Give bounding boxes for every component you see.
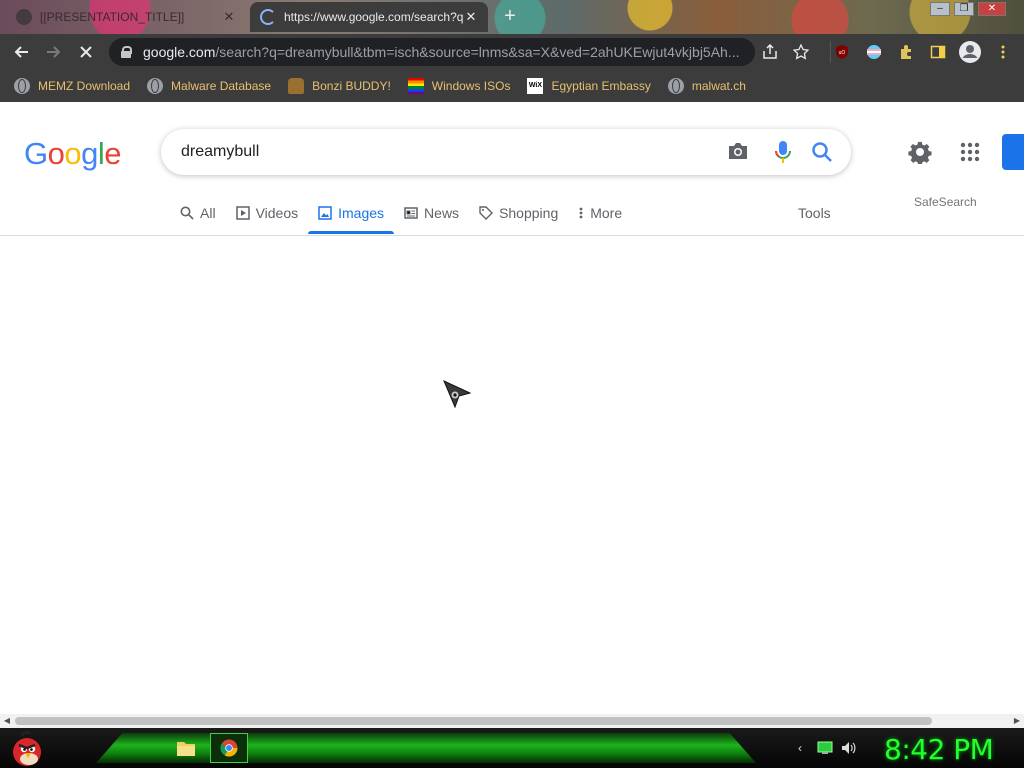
side-panel-icon[interactable] <box>930 44 946 60</box>
bookmark-label: malwat.ch <box>691 79 746 93</box>
svg-text:uO: uO <box>839 50 846 56</box>
tab-title: https://www.google.com/search?q=dreamybu… <box>284 10 464 24</box>
search-input[interactable]: dreamybull <box>181 143 259 161</box>
tab-label: Shopping <box>499 205 559 221</box>
extensions-puzzle-icon[interactable] <box>898 44 914 60</box>
bookmarks-bar: MEMZ Download Malware Database Bonzi BUD… <box>0 70 1024 102</box>
logo-letter: e <box>104 136 122 171</box>
gear-icon[interactable] <box>908 140 932 164</box>
search-type-tabs: All Videos Images News Shopping More <box>170 196 632 236</box>
menu-kebab-icon[interactable] <box>995 44 1011 60</box>
logo-letter: g <box>81 136 98 171</box>
mouse-cursor-icon <box>443 380 472 409</box>
forward-arrow-icon[interactable] <box>42 40 66 64</box>
close-tab-icon[interactable]: ✕ <box>464 9 478 25</box>
horizontal-scrollbar[interactable]: ◀ ▶ <box>0 714 1024 728</box>
bookmark-label: Bonzi BUDDY! <box>312 79 391 93</box>
maximize-icon[interactable]: ❐ <box>954 2 974 16</box>
sign-in-button[interactable] <box>1002 134 1024 170</box>
bookmark-item[interactable]: MEMZ Download <box>14 78 130 94</box>
new-tab-button[interactable]: + <box>498 4 522 28</box>
logo-letter: o <box>47 136 65 171</box>
tab-label: More <box>590 205 623 221</box>
tag-icon <box>479 206 494 220</box>
network-icon[interactable] <box>817 740 833 756</box>
globe-icon <box>147 78 164 94</box>
tab-videos[interactable]: Videos <box>226 196 309 230</box>
search-icon[interactable] <box>811 141 833 163</box>
google-logo[interactable]: Google <box>24 136 122 172</box>
bookmark-label: Egyptian Embassy <box>551 79 651 93</box>
volume-icon[interactable] <box>841 740 857 756</box>
start-button-angry-bird-icon[interactable] <box>8 730 46 768</box>
tab-label: Images <box>338 205 385 221</box>
close-tab-icon[interactable]: ✕ <box>222 9 236 25</box>
header-divider <box>0 235 1024 236</box>
tools-button[interactable]: Tools <box>798 205 831 221</box>
minimize-icon[interactable]: – <box>930 2 950 16</box>
loading-spinner-icon <box>260 9 276 25</box>
toolbar-divider <box>830 41 831 63</box>
lock-icon[interactable] <box>121 46 132 58</box>
bookmark-label: Malware Database <box>171 79 272 93</box>
tab-more[interactable]: More <box>568 196 632 230</box>
ublock-origin-icon[interactable]: uO <box>834 44 850 60</box>
bookmark-star-icon[interactable] <box>793 44 809 60</box>
camera-icon[interactable] <box>728 142 748 160</box>
address-text: google.com/search?q=dreamybull&tbm=isch&… <box>143 44 740 60</box>
tab-images[interactable]: Images <box>308 196 394 234</box>
tab-label: Videos <box>255 205 299 221</box>
news-icon <box>404 207 418 219</box>
taskbar-chrome-button[interactable] <box>210 733 248 763</box>
safesearch-link[interactable]: SafeSearch <box>914 195 977 209</box>
tab-news[interactable]: News <box>394 196 469 230</box>
taskbar-clock[interactable]: 8:42 PM <box>884 733 994 766</box>
video-icon <box>235 206 250 220</box>
close-window-icon[interactable]: ✕ <box>978 2 1006 16</box>
tab-shopping[interactable]: Shopping <box>469 196 568 230</box>
image-icon <box>318 206 332 220</box>
bookmark-label: Windows ISOs <box>431 79 511 93</box>
bookmark-item[interactable]: Bonzi BUDDY! <box>288 78 391 94</box>
trans-flag-extension-icon[interactable] <box>866 44 882 60</box>
search-icon <box>180 206 194 220</box>
search-box[interactable]: dreamybull <box>161 129 851 175</box>
tray-expand-icon[interactable]: ‹ <box>792 740 808 756</box>
scroll-right-icon[interactable]: ▶ <box>1010 714 1024 728</box>
address-bar[interactable]: google.com/search?q=dreamybull&tbm=isch&… <box>109 38 755 66</box>
logo-letter: G <box>24 136 48 171</box>
tab-label: All <box>200 205 216 221</box>
globe-icon <box>667 78 684 94</box>
apps-grid-icon[interactable] <box>960 142 980 162</box>
bonzi-icon <box>288 78 305 94</box>
microphone-icon[interactable] <box>774 140 792 164</box>
profile-avatar-icon[interactable] <box>959 41 981 63</box>
back-arrow-icon[interactable] <box>9 40 33 64</box>
globe-icon <box>14 78 30 94</box>
file-explorer-icon[interactable] <box>176 739 196 757</box>
scroll-left-icon[interactable]: ◀ <box>0 714 14 728</box>
bookmark-item[interactable]: WiX Egyptian Embassy <box>527 78 651 94</box>
stop-loading-icon[interactable] <box>74 40 98 64</box>
bookmark-item[interactable]: Malware Database <box>147 78 271 94</box>
tab-all[interactable]: All <box>170 196 226 230</box>
browser-toolbar: google.com/search?q=dreamybull&tbm=isch&… <box>0 34 1024 70</box>
browser-tab[interactable]: [[PRESENTATION_TITLE]] ✕ <box>6 2 246 32</box>
browser-tab-strip: [[PRESENTATION_TITLE]] ✕ https://www.goo… <box>0 0 1024 34</box>
scrollbar-thumb[interactable] <box>15 717 932 725</box>
tab-label: News <box>424 205 460 221</box>
tab-favicon-icon <box>16 9 32 25</box>
logo-letter: o <box>64 136 82 171</box>
bookmark-item[interactable]: malwat.ch <box>667 78 746 94</box>
bookmark-label: MEMZ Download <box>38 79 131 93</box>
chrome-icon <box>220 739 238 757</box>
share-icon[interactable] <box>762 44 778 60</box>
rainbow-flag-icon <box>407 78 424 94</box>
more-vert-icon <box>579 207 583 219</box>
tab-title: [[PRESENTATION_TITLE]] <box>40 10 185 24</box>
bookmark-item[interactable]: Windows ISOs <box>407 78 511 94</box>
browser-tab-active[interactable]: https://www.google.com/search?q=dreamybu… <box>250 2 488 32</box>
wix-icon: WiX <box>527 78 544 94</box>
